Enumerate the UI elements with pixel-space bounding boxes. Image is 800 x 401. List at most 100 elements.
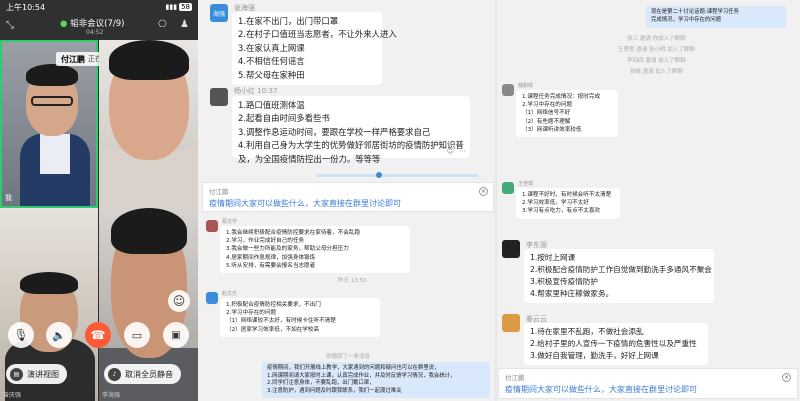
avatar[interactable] — [502, 84, 514, 96]
sender-name: 薛鹏辉 — [518, 83, 534, 89]
message-bubble: 1.我会继续积极配合疫情防控要求在家待着，不会乱跑 2.学习，作业完成好自己的任… — [220, 226, 410, 274]
sender-name-text: 杨小红 — [234, 87, 255, 95]
microphone-button[interactable]: 🎙 — [8, 322, 34, 348]
message-line: 现在是第二十讨论话题:课程学习任务 — [651, 9, 740, 15]
speaker-button[interactable]: 🔈 — [46, 322, 72, 348]
pinned-topic-text: 疫情期间大家可以做些什么，大家直接在群里讨论即可 — [209, 199, 401, 208]
participants-icon[interactable]: ♟ — [180, 19, 189, 30]
shrink-icon[interactable]: ⤡ — [6, 20, 14, 31]
presenter-view-label: 演讲视图 — [27, 369, 59, 379]
lock-icon: ● — [60, 19, 68, 29]
status-time: 上午10:54 — [6, 2, 46, 12]
presenter-view-button[interactable]: ▤ 演讲视图 — [6, 364, 67, 384]
camera-button[interactable]: ▭ — [124, 322, 150, 348]
message-line: 2.起看自由时间多看些书 — [238, 113, 330, 124]
message-line: 3.我会做一些力所能及的家务，帮助父母分担压力 — [226, 246, 349, 253]
avatar[interactable] — [210, 88, 228, 106]
message-bubble: 1.按时上网课 2.积极配合疫情防护工作自觉做到勤洗手多通风不聚会 3.积极宣传… — [524, 249, 714, 303]
avatar[interactable] — [502, 240, 520, 258]
tile-label-bottom-left: 曾庆强 — [3, 392, 22, 399]
message-line: 2.积极配合疫情防护工作自觉做到勤洗手多通风不聚会 — [530, 265, 712, 274]
camera-switch-icon[interactable]: ⎔ — [158, 19, 167, 30]
message-line: 1.待在家里不乱跑，不做社会添乱 — [530, 327, 644, 336]
message-time: 10:37 — [257, 87, 278, 95]
scroll-track[interactable] — [316, 174, 478, 177]
sender-name: 赵文乐 — [222, 291, 238, 297]
scroll-handle[interactable] — [376, 172, 382, 178]
message-line: （2）有些题不理解 — [522, 118, 571, 125]
group-chat-panel: 海强 张海强 1.在家不出门，出门带口罩 2.在村子口值班当志愿者，不让外来人进… — [198, 0, 800, 401]
meeting-title-text: 韬非会议(7/9) — [70, 19, 125, 29]
video-camera-icon: ▭ — [131, 328, 143, 342]
message-line: 1.按时上网课 — [530, 253, 576, 262]
message-bubble: 1.待在家里不乱跑，不做社会添乱 2.给村子里的人宣传一下疫情的危害性以及严重性… — [524, 323, 708, 365]
presenter-view-icon: ▤ — [10, 367, 23, 381]
avatar[interactable]: 海强 — [210, 4, 228, 22]
column-divider — [495, 0, 497, 401]
pinned-topic-bar[interactable]: 付江鹏 疫情期间大家可以做些什么，大家直接在群里讨论即可 × — [498, 368, 798, 399]
avatar[interactable] — [206, 292, 218, 304]
message-line: （2）居家学习效率低，不如在学校高 — [226, 326, 320, 333]
screen-share-button[interactable]: ▣ — [163, 322, 189, 348]
message-line: 4.居家期间作息规律，加强身体锻炼 — [226, 254, 316, 261]
battery-level: 58 — [179, 3, 192, 11]
message-line: 3.做好自我管理，勤洗手，好好上网课 — [530, 351, 659, 360]
message-bubble: 1.积极配合疫情防控相关要求，不出门 2.学习中存在的问题 （1）网络课较不太好… — [220, 298, 380, 337]
avatar-text: 海强 — [212, 10, 225, 18]
close-icon[interactable]: × — [479, 187, 488, 196]
message-line: 2.学习，作业完成好自己的任务 — [226, 238, 305, 245]
person-hair — [26, 64, 78, 86]
message-line: （3）网课听讲效率较低 — [522, 126, 582, 133]
message-line: 1.路口值班测体温 — [238, 100, 305, 110]
pinned-topic-sender: 付江鹏 — [209, 188, 229, 196]
message-bubble: 1.课程任务完成情况：按时完成 2.学习中存在的问题 （1）网络信号不好 （2）… — [516, 90, 618, 138]
emoji-icon[interactable]: ☺ — [168, 290, 190, 312]
system-notice: 王思思 邀请 张小明 加入了群聊 — [618, 47, 695, 53]
message-line: 2.同学们注意身体，不要乱跑，出门戴口罩， — [267, 380, 375, 387]
message-line: 及，为全国疫情防控出一份力。等等等 — [238, 153, 381, 164]
system-notice: 刘晓 邀请 加入了群聊 — [629, 69, 683, 75]
topic-bubble: 现在是第二十讨论话题:课程学习任务 完成情况，学习中存在的问题 — [646, 6, 786, 28]
pinned-topic-sender: 付江鹏 — [505, 374, 525, 382]
video-tile-participant-2[interactable] — [99, 40, 198, 208]
message-line: 5.帮父母在家种田 — [238, 69, 305, 80]
battery-indicator: ▮▮▮ 58 — [166, 3, 192, 11]
message-line: 1.课程不好时，有时候会听不太清楚 — [522, 192, 612, 198]
message-line: 5.听从安排，有需要会报名当志愿者 — [226, 262, 316, 269]
avatar[interactable] — [502, 182, 514, 194]
system-notice: 李四四 邀请 加入了群聊 — [627, 58, 686, 64]
more-icon[interactable]: ⋯ — [459, 147, 466, 155]
system-notice: 张三 邀请 你加入了群聊 — [627, 36, 686, 42]
close-icon[interactable]: × — [782, 373, 791, 382]
message-line: 疫情期间，我们开展线上教学，大家遇到的问题和疑问也可以在群里说， — [267, 365, 440, 371]
timestamp: 昨天 13:55 — [338, 278, 367, 284]
sender-name: 王佳琪 — [518, 181, 534, 187]
unmute-all-label: 取消全员静音 — [125, 369, 173, 379]
pinned-topic-bar[interactable]: 付江鹏 疫情期间大家可以做些什么，大家直接在群里讨论即可 × — [202, 182, 494, 212]
message-line: 4.利用自己身为大学生的优势做好邻居街坊的疫情防护知识普 — [238, 140, 464, 151]
end-call-button[interactable]: ☎ — [85, 322, 111, 348]
message-line: 1.积极配合疫情防控相关要求，不出门 — [226, 302, 321, 308]
message-line: 2.学习效率低，学习不太好 — [522, 200, 589, 207]
pinned-topic-text: 疫情期间大家可以做些什么，大家直接在群里讨论即可 — [505, 385, 697, 394]
message-line: （1）网络课较不太好，有时候卡住听不清楚 — [226, 318, 336, 325]
reaction-icon[interactable]: ☺ — [447, 147, 454, 155]
avatar[interactable] — [502, 314, 520, 332]
announcement-bubble: 疫情期间，我们开展线上教学，大家遇到的问题和疑问也可以在群里说， 1.网课期间请… — [262, 362, 490, 398]
mute-all-icon: ♪ — [108, 367, 121, 381]
message-line: 1.在家不出门，出门带口罩 — [238, 16, 339, 26]
unmute-all-button[interactable]: ♪ 取消全员静音 — [104, 364, 181, 384]
person-hair — [109, 40, 189, 80]
avatar[interactable] — [206, 220, 218, 232]
message-line: 3.学习有点吃力，有点不太喜欢 — [522, 208, 601, 215]
message-line: 1.我会继续积极配合疫情防控要求在家待着，不会乱跑 — [226, 230, 360, 236]
microphone-icon: 🎙 — [13, 328, 29, 342]
status-bar: 上午10:54 ▮▮▮ 58 — [0, 0, 198, 14]
system-notices: 张三 邀请 你加入了群聊 王思思 邀请 张小明 加入了群聊 李四四 邀请 加入了… — [618, 34, 695, 78]
message-bubble: 1.课程不好时，有时候会听不太清楚 2.学习效率低，学习不太好 3.学习有点吃力… — [516, 188, 620, 219]
sender-name: 杨小红 10:37 — [234, 86, 277, 96]
message-bubble: 1.在家不出门，出门带口罩 2.在村子口值班当志愿者，不让外来人进入 3.在家认… — [232, 12, 397, 86]
video-call-panel: 上午10:54 ▮▮▮ 58 ⤡ ● 韬非会议(7/9) 04:52 ⎔ ♟ 我… — [0, 0, 198, 401]
message-line: 2.学习中存在的问题 — [522, 102, 573, 109]
message-line: 3.注意防护，遇到问题及时跟我联系，我们一起渡过难关 — [267, 387, 402, 394]
